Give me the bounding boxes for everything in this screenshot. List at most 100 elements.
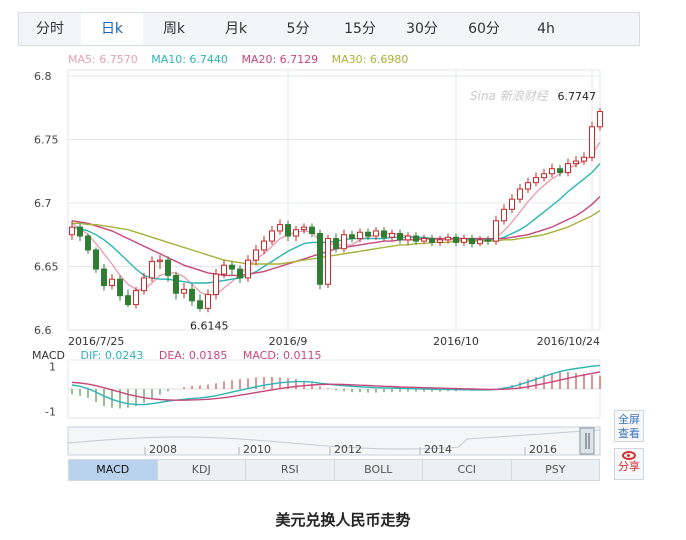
high-annotation: 6.7747 <box>558 90 597 103</box>
candle-body <box>461 238 467 243</box>
candle-body <box>469 238 475 245</box>
candle-body <box>389 232 395 238</box>
watermark: Sina 新浪财经 <box>470 89 550 103</box>
candle-body <box>309 226 315 234</box>
candle-body <box>589 126 595 158</box>
y-tick-label: 6.8 <box>34 70 52 83</box>
candle-body <box>237 268 243 279</box>
candle-body <box>445 236 451 241</box>
candle-body <box>189 288 195 302</box>
candle-body <box>509 198 515 210</box>
candle-body <box>405 235 411 241</box>
x-tick-label: 2016/7/25 <box>68 335 124 348</box>
candle-body <box>285 224 291 237</box>
candle-body <box>133 290 139 306</box>
candle-body <box>213 273 219 295</box>
candle-body <box>205 293 211 309</box>
candle-body <box>157 259 163 262</box>
candle-body <box>333 238 339 250</box>
candle-body <box>485 239 491 242</box>
overview-tick-label: 2012 <box>334 443 362 456</box>
indicator-tab-macd[interactable]: MACD <box>69 460 158 480</box>
macd-y-tick: 1 <box>49 361 56 374</box>
chart-caption: 美元兑换人民币走势 <box>275 511 411 529</box>
candle-body <box>573 160 579 165</box>
candle-body <box>245 259 251 279</box>
low-annotation: 6.6145 <box>190 320 229 333</box>
y-tick-label: 6.7 <box>34 197 52 210</box>
candle-body <box>269 230 275 242</box>
candle-body <box>277 224 283 232</box>
candle-body <box>229 264 235 270</box>
candle-body <box>149 260 155 279</box>
candle-body <box>429 238 435 243</box>
candle-body <box>301 226 307 231</box>
candle-body <box>477 239 483 245</box>
indicator-tab-psy[interactable]: PSY <box>512 460 600 480</box>
candle-body <box>85 235 91 251</box>
macd-value-label: MACD: 0.0115 <box>242 349 322 362</box>
y-tick-label: 6.6 <box>34 324 52 337</box>
share-button[interactable]: 分享 <box>614 448 644 480</box>
x-tick-label: 2016/10 <box>433 335 479 348</box>
indicator-tab-boll[interactable]: BOLL <box>335 460 423 480</box>
overview-tick-label: 2016 <box>529 443 557 456</box>
macd-y-tick: -1 <box>45 405 56 418</box>
fullscreen-button[interactable]: 全屏 查看 <box>614 410 644 442</box>
candle-body <box>421 238 427 242</box>
candle-body <box>373 230 379 237</box>
navigator-handle <box>579 427 595 455</box>
candle-body <box>565 163 571 174</box>
candle-body <box>125 295 131 306</box>
candle-body <box>397 232 403 241</box>
candle-body <box>357 231 363 240</box>
candle-body <box>493 220 499 242</box>
x-tick-label: 2016/9 <box>269 335 308 348</box>
y-tick-label: 6.75 <box>34 134 59 147</box>
indicator-tab-cci[interactable]: CCI <box>423 460 512 480</box>
candle-body <box>69 226 75 236</box>
candle-body <box>381 230 387 238</box>
dea-label: DEA: 0.0185 <box>158 349 228 362</box>
candle-body <box>541 173 547 179</box>
candle-body <box>533 177 539 184</box>
eye-share-icon <box>622 451 636 460</box>
candle-body <box>549 168 555 175</box>
x-tick-label: 2016/10/24 <box>537 335 600 348</box>
indicator-tabs: MACD KDJ RSI BOLL CCI PSY <box>68 459 600 481</box>
macd-legend: MACD DIF: 0.0243 DEA: 0.0185 MACD: 0.011… <box>32 349 334 362</box>
dif-label: DIF: 0.0243 <box>80 349 144 362</box>
candle-body <box>197 300 203 309</box>
candle-body <box>437 239 443 243</box>
overview-tick-label: 2010 <box>243 443 271 456</box>
indicator-tab-kdj[interactable]: KDJ <box>158 460 246 480</box>
candle-body <box>181 288 187 294</box>
candle-body <box>93 249 99 270</box>
share-label: 分享 <box>618 460 640 473</box>
candle-body <box>165 259 171 276</box>
candle-body <box>117 278 123 297</box>
candle-body <box>221 264 227 275</box>
candle-body <box>101 268 107 287</box>
candle-body <box>525 182 531 190</box>
candle-body <box>341 234 347 250</box>
candle-body <box>317 232 323 285</box>
indicator-tab-rsi[interactable]: RSI <box>246 460 335 480</box>
candle-body <box>77 226 83 237</box>
candle-body <box>109 278 115 287</box>
candle-body <box>413 235 419 242</box>
candle-body <box>173 274 179 294</box>
candle-body <box>293 229 299 237</box>
overview-tick-label: 2014 <box>424 443 452 456</box>
macd-title: MACD <box>32 349 65 362</box>
candle-body <box>501 208 507 222</box>
y-tick-label: 6.65 <box>34 261 59 274</box>
candle-body <box>597 111 603 128</box>
candle-body <box>453 236 459 243</box>
candle-body <box>581 156 587 162</box>
candle-body <box>517 188 523 200</box>
candle-body <box>365 231 371 237</box>
candle-body <box>557 168 563 174</box>
candle-body <box>349 234 355 240</box>
candle-body <box>253 249 259 261</box>
